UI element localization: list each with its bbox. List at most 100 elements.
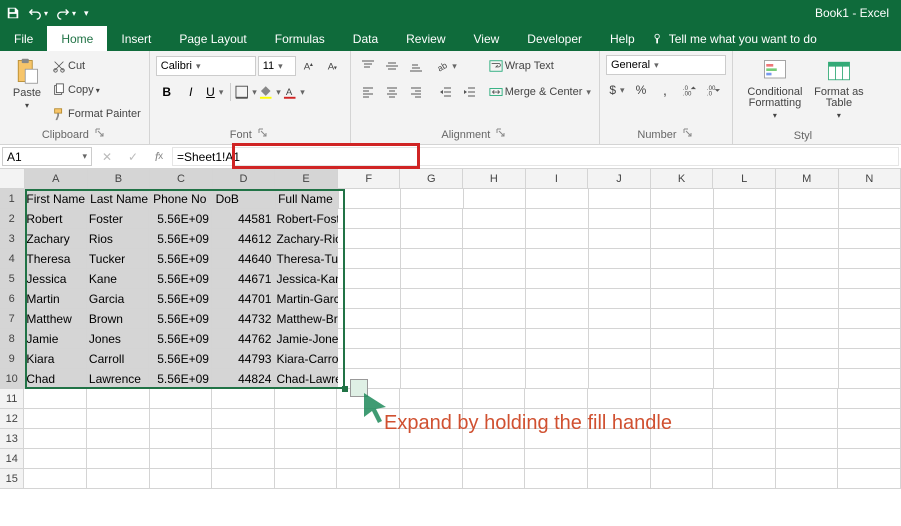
cell[interactable] [464,189,527,209]
conditional-formatting-button[interactable]: Conditional Formatting▾ [739,55,811,122]
cell[interactable]: Carroll [87,349,150,369]
cell[interactable]: Rios [87,229,150,249]
cell[interactable]: Garcia [87,289,150,309]
cell[interactable] [651,469,714,489]
cell[interactable] [588,409,651,429]
number-format-combo[interactable]: General [606,55,726,75]
cell[interactable] [401,209,464,229]
cell[interactable] [651,429,714,449]
spreadsheet-grid[interactable]: ABCDEFGHIJKLMN 1First NameLast NamePhone… [0,169,901,489]
cell[interactable] [776,209,839,229]
cell[interactable] [212,409,275,429]
cell[interactable]: Theresa-Tucker-20/03/2022 [274,249,338,269]
cell[interactable]: 5.56E+09 [149,349,212,369]
cell[interactable] [589,349,652,369]
col-header-G[interactable]: G [400,169,463,189]
tab-developer[interactable]: Developer [513,26,596,51]
increase-decimal-icon[interactable]: .0.00 [678,79,700,101]
tab-page-layout[interactable]: Page Layout [165,26,260,51]
number-dialog-launcher[interactable] [681,128,695,142]
cell[interactable] [401,249,464,269]
row-header[interactable]: 5 [0,269,24,289]
cell[interactable] [714,349,777,369]
cancel-formula-icon[interactable]: ✕ [94,145,120,168]
cell[interactable] [87,389,150,409]
cell[interactable]: 44581 [212,209,275,229]
redo-button[interactable]: ▾ [56,6,76,20]
cell[interactable]: Chad-Lawrence-20/09/2022 [274,369,338,389]
col-header-J[interactable]: J [588,169,651,189]
cell[interactable]: Kiara [24,349,87,369]
tab-insert[interactable]: Insert [107,26,165,51]
cell[interactable]: Kiara-Carroll-20/08/2022 [274,349,338,369]
cell[interactable] [714,229,777,249]
cell[interactable] [338,329,401,349]
cell[interactable] [526,369,589,389]
row-header[interactable]: 7 [0,309,24,329]
cell[interactable] [651,449,714,469]
cell[interactable] [776,429,839,449]
cell[interactable] [338,269,401,289]
cell[interactable] [526,209,589,229]
decrease-decimal-icon[interactable]: .00.0 [702,79,724,101]
cell[interactable]: Jessica-Kane-20/04/2022 [274,269,338,289]
cell[interactable] [338,229,401,249]
col-header-A[interactable]: A [25,169,88,189]
col-header-M[interactable]: M [776,169,839,189]
cell[interactable]: Zachary-Rios-20/02/2022 [274,229,338,249]
cell[interactable] [713,449,776,469]
cell[interactable] [87,469,150,489]
cell[interactable] [150,429,213,449]
cell[interactable] [337,409,400,429]
borders-button[interactable] [235,81,257,103]
decrease-font-icon[interactable]: A▾ [322,55,344,77]
cell[interactable] [651,289,714,309]
cell[interactable] [400,449,463,469]
cell[interactable]: 5.56E+09 [149,309,212,329]
cell[interactable] [463,469,526,489]
cell[interactable] [338,309,401,329]
col-header-D[interactable]: D [213,169,276,189]
cell[interactable] [776,409,839,429]
cell[interactable] [463,229,526,249]
cell[interactable]: 44671 [212,269,275,289]
cell[interactable]: 5.56E+09 [149,249,212,269]
cell[interactable] [713,389,776,409]
cell[interactable] [526,269,589,289]
cell[interactable] [275,469,338,489]
cell[interactable] [776,309,839,329]
cell[interactable] [87,409,150,429]
cell[interactable] [338,209,401,229]
cell[interactable] [839,309,901,329]
font-dialog-launcher[interactable] [256,128,270,142]
paste-button[interactable]: Paste ▾ [6,55,48,112]
cell[interactable] [776,369,839,389]
cell[interactable]: Martin-Garcia-20/05/2022 [274,289,338,309]
cell[interactable] [651,189,714,209]
fill-color-button[interactable] [259,81,281,103]
cell[interactable] [463,409,526,429]
cell[interactable] [337,389,400,409]
cell[interactable]: Robert-Foster-20/01/2022 [274,209,338,229]
cell[interactable] [338,249,401,269]
cell[interactable] [776,329,839,349]
cell[interactable]: Matthew [24,309,87,329]
cell[interactable]: Jamie-Jones-20/07/2022 [274,329,338,349]
cell[interactable] [651,209,714,229]
underline-button[interactable]: U [204,81,226,103]
align-left-icon[interactable] [357,81,379,103]
cell[interactable] [525,429,588,449]
cell[interactable] [463,329,526,349]
col-header-B[interactable]: B [88,169,151,189]
format-painter-button[interactable]: Format Painter [50,103,143,125]
cell[interactable] [776,269,839,289]
cell[interactable] [776,189,839,209]
cell[interactable] [589,209,652,229]
cell[interactable] [150,409,213,429]
col-header-I[interactable]: I [526,169,589,189]
cut-button[interactable]: Cut [50,55,143,77]
cell[interactable]: Lawrence [87,369,150,389]
cell[interactable] [589,289,652,309]
cell[interactable] [776,349,839,369]
cell[interactable]: First Name [24,189,88,209]
